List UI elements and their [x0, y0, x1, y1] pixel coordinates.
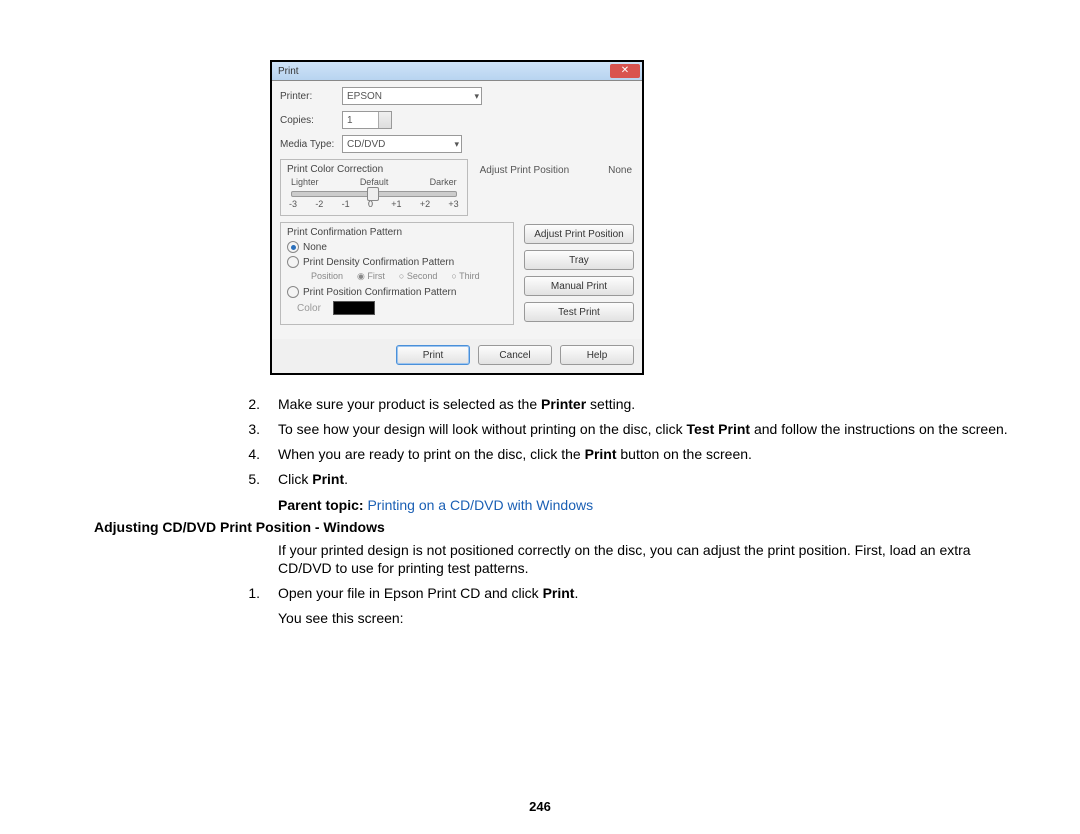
step-item: 2.Make sure your product is selected as …	[60, 395, 1020, 414]
step-item: 1.Open your file in Epson Print CD and c…	[60, 584, 1020, 603]
copies-spinner[interactable]: 1	[342, 111, 392, 129]
radio-density[interactable]: Print Density Confirmation Pattern	[287, 256, 507, 268]
parent-topic-link[interactable]: Printing on a CD/DVD with Windows	[367, 497, 593, 513]
media-select[interactable]: CD/DVD	[342, 135, 462, 153]
printer-label: Printer:	[280, 91, 342, 102]
color-slider[interactable]	[291, 191, 457, 197]
test-print-button[interactable]: Test Print	[524, 302, 634, 322]
cancel-button[interactable]: Cancel	[478, 345, 552, 365]
step-item: 5.Click Print.	[60, 470, 1020, 489]
radio-icon	[287, 286, 299, 298]
section-paragraph: If your printed design is not positioned…	[278, 541, 1020, 579]
radio-icon	[287, 256, 299, 268]
adjust-position-button[interactable]: Adjust Print Position	[524, 224, 634, 244]
document-body: 2.Make sure your product is selected as …	[60, 395, 1020, 628]
radio-position[interactable]: Print Position Confirmation Pattern	[287, 286, 507, 298]
print-button[interactable]: Print	[396, 345, 470, 365]
after-step-text: You see this screen:	[278, 609, 1020, 628]
parent-topic-label: Parent topic:	[278, 497, 367, 513]
color-swatch	[333, 301, 375, 315]
adjust-position-readout: Adjust Print Position None	[478, 159, 634, 184]
tray-button[interactable]: Tray	[524, 250, 634, 270]
radio-none[interactable]: None	[287, 241, 507, 253]
section-heading: Adjusting CD/DVD Print Position - Window…	[94, 519, 1020, 535]
color-correction-group: Print Color Correction Lighter Default D…	[280, 159, 468, 216]
step-item: 3.To see how your design will look witho…	[60, 420, 1020, 439]
copies-label: Copies:	[280, 115, 342, 126]
media-label: Media Type:	[280, 139, 342, 150]
slider-thumb[interactable]	[367, 187, 379, 201]
page-number: 246	[0, 799, 1080, 814]
step-item: 4.When you are ready to print on the dis…	[60, 445, 1020, 464]
close-icon[interactable]: ✕	[610, 64, 640, 78]
titlebar: Print ✕	[272, 62, 642, 81]
printer-select[interactable]: EPSON	[342, 87, 482, 105]
dialog-title: Print	[278, 66, 299, 77]
help-button[interactable]: Help	[560, 345, 634, 365]
radio-icon	[287, 241, 299, 253]
confirmation-pattern-group: Print Confirmation Pattern None Print De…	[280, 222, 514, 325]
print-dialog: Print ✕ Printer: EPSON Copies: 1 Media T…	[270, 60, 644, 375]
manual-print-button[interactable]: Manual Print	[524, 276, 634, 296]
